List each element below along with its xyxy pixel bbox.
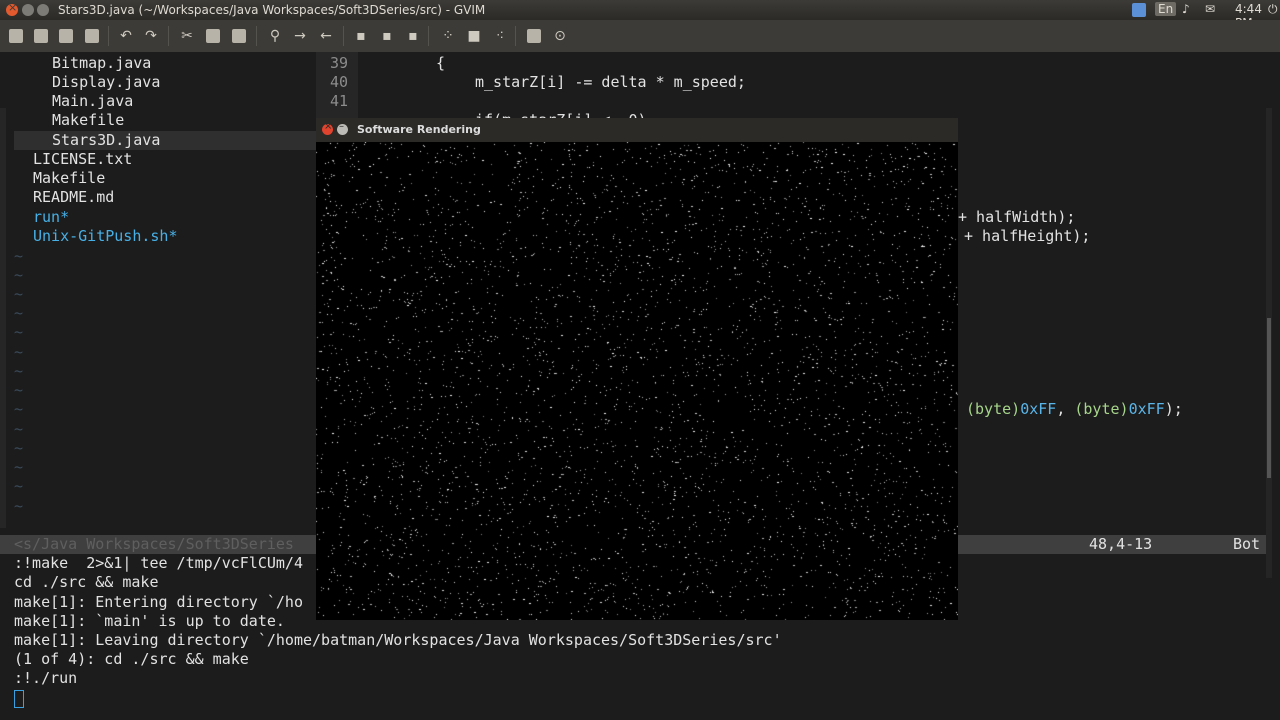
empty-line-marker: ~ [14, 439, 24, 457]
title-bar: Stars3D.java (~/Workspaces/Java Workspac… [0, 0, 1280, 30]
find-previous-icon[interactable]: ← [318, 28, 334, 44]
code-fragment: (byte)0xFF, (byte)0xFF); [966, 400, 1183, 419]
mail-icon[interactable]: ✉ [1205, 2, 1215, 16]
network-icon[interactable] [1132, 3, 1146, 17]
tree-item-executable[interactable]: Unix-GitPush.sh* [33, 227, 178, 246]
toolbar-separator [168, 26, 169, 46]
line-number: 40 [330, 73, 349, 91]
gvim-toolbar: ↶ ↷ ✂ ⚲ → ← ▪ ▪ ▪ ⁘ ■ ⁖ ⊙ [0, 20, 1280, 53]
command-output-line: make[1]: Entering directory `/ho [14, 593, 303, 611]
make-icon[interactable]: ⁘ [440, 28, 456, 44]
empty-line-marker: ~ [14, 362, 24, 380]
tree-item-executable[interactable]: run* [33, 208, 69, 227]
save-all-icon[interactable] [59, 29, 73, 43]
tree-item-selected[interactable]: Stars3D.java [14, 131, 316, 150]
right-scrollbar[interactable] [1266, 108, 1272, 578]
empty-line-marker: ~ [14, 343, 24, 361]
ctags-icon[interactable]: ⁖ [492, 28, 508, 44]
cut-icon[interactable]: ✂ [179, 28, 195, 44]
copy-icon[interactable] [206, 29, 220, 43]
run-script-icon[interactable]: ▪ [405, 28, 421, 44]
scrollbar-thumb[interactable] [1267, 318, 1271, 478]
code-line[interactable]: { [436, 54, 445, 73]
tree-item[interactable]: README.md [33, 188, 114, 207]
empty-line-marker: ~ [14, 458, 24, 476]
toolbar-separator [515, 26, 516, 46]
line-number: 41 [330, 92, 349, 110]
empty-line-marker: ~ [14, 285, 24, 303]
undo-icon[interactable]: ↶ [118, 28, 134, 44]
empty-line-marker: ~ [14, 266, 24, 284]
starfield-canvas [316, 142, 958, 620]
code-fragment: + halfWidth); [958, 208, 1076, 226]
empty-line-marker: ~ [14, 497, 24, 515]
toolbar-separator [428, 26, 429, 46]
toolbar-separator [256, 26, 257, 46]
window-title: Stars3D.java (~/Workspaces/Java Workspac… [58, 3, 486, 17]
status-path: <s/Java Workspaces/Soft3DSeries [14, 535, 294, 553]
popup-title: Software Rendering [357, 123, 481, 136]
end-text: ); [1164, 400, 1183, 418]
scroll-position: Bot [1233, 535, 1261, 553]
tree-item[interactable]: Display.java [52, 73, 160, 92]
empty-line-marker: ~ [14, 477, 24, 495]
volume-icon[interactable]: ♪ [1182, 2, 1190, 16]
command-output-line: (1 of 4): cd ./src && make [14, 650, 249, 668]
tree-item[interactable]: Main.java [52, 92, 133, 111]
popup-close-button[interactable] [322, 121, 333, 135]
tree-item[interactable]: Makefile [33, 169, 105, 188]
save-session-icon[interactable]: ▪ [379, 28, 395, 44]
toolbar-separator [108, 26, 109, 46]
redo-icon[interactable]: ↷ [143, 28, 159, 44]
software-rendering-window[interactable]: Software Rendering [316, 118, 958, 620]
empty-line-marker: ~ [14, 247, 24, 265]
separator-text: , [1056, 400, 1075, 418]
find-next-icon[interactable]: → [292, 28, 308, 44]
minimize-window-button[interactable] [22, 4, 34, 16]
find-help-icon[interactable]: ⊙ [552, 28, 568, 44]
command-output-line: cd ./src && make [14, 573, 159, 591]
code-fragment: + halfHeight); [964, 227, 1091, 245]
toolbar-separator [343, 26, 344, 46]
empty-line-marker: ~ [14, 323, 24, 341]
load-session-icon[interactable]: ▪ [353, 28, 369, 44]
close-window-button[interactable] [6, 1, 18, 16]
power-icon[interactable]: ⏻ [1268, 2, 1278, 17]
tree-item[interactable]: LICENSE.txt [33, 150, 132, 169]
empty-line-marker: ~ [14, 400, 24, 418]
maximize-window-button[interactable] [37, 4, 49, 16]
cast-keyword: (byte) [1074, 400, 1129, 418]
find-replace-icon[interactable]: ⚲ [267, 28, 283, 44]
cursor-position: 48,4-13 [1089, 535, 1153, 553]
empty-line-marker: ~ [14, 381, 24, 399]
tree-item[interactable]: Bitmap.java [52, 54, 151, 73]
help-icon[interactable] [527, 29, 541, 43]
command-output-line: :!make 2>&1| tee /tmp/vcFlCUm/4 [14, 554, 303, 572]
command-output-line: :!./run [14, 669, 78, 687]
print-icon[interactable] [85, 29, 99, 43]
popup-title-bar[interactable]: Software Rendering [316, 118, 958, 142]
left-scrollbar[interactable] [0, 108, 6, 528]
keyboard-indicator[interactable]: En [1155, 2, 1177, 16]
text-cursor [14, 690, 24, 708]
popup-minimize-button[interactable] [337, 121, 348, 135]
command-output-line: make[1]: Leaving directory `/home/batman… [14, 631, 782, 649]
empty-line-marker: ~ [14, 420, 24, 438]
code-line[interactable]: m_starZ[i] -= delta * m_speed; [475, 73, 746, 92]
command-output-line: make[1]: `main' is up to date. [14, 612, 285, 630]
open-icon[interactable] [9, 29, 23, 43]
save-icon[interactable] [34, 29, 48, 43]
empty-line-marker: ~ [14, 304, 24, 322]
hex-literal: 0xFF [1128, 400, 1165, 418]
cast-keyword: (byte) [966, 400, 1021, 418]
shell-icon[interactable]: ■ [466, 28, 482, 44]
paste-icon[interactable] [232, 29, 246, 43]
line-number: 39 [330, 54, 349, 72]
tree-item[interactable]: Makefile [52, 111, 124, 130]
hex-literal: 0xFF [1020, 400, 1057, 418]
